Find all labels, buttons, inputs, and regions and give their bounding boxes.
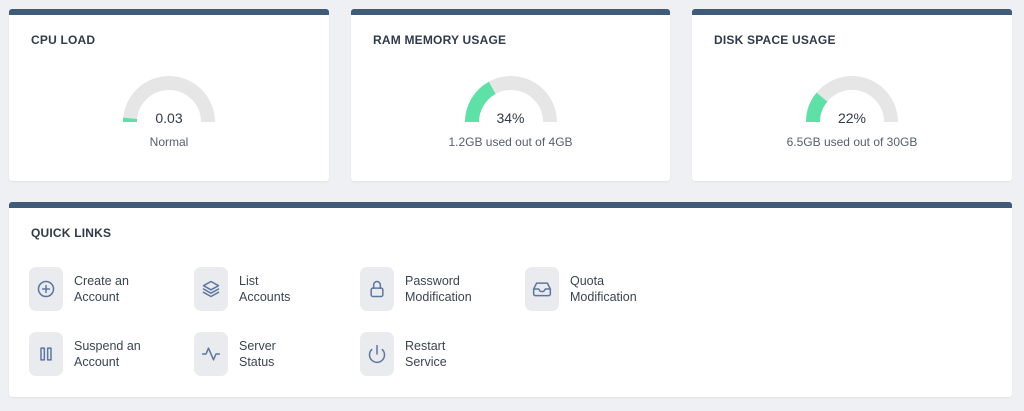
cpu-load-title: CPU LOAD — [31, 33, 96, 47]
pause-icon — [29, 332, 63, 376]
cpu-load-card: CPU LOAD 0.03 Normal — [9, 9, 329, 181]
inbox-icon — [525, 267, 559, 311]
cpu-load-status: Normal — [149, 135, 189, 149]
quota-modification-label: Quota Modification — [570, 274, 637, 304]
disk-usage-caption: 6.5GB used out of 30GB — [786, 135, 918, 149]
ram-usage-card: RAM MEMORY USAGE 34% 1.2GB used out of 4… — [351, 9, 670, 181]
ram-usage-value: 34% — [496, 110, 525, 126]
list-accounts-label: List Accounts — [239, 274, 291, 304]
quota-modification-link[interactable]: Quota Modification — [525, 267, 637, 311]
disk-usage-value: 22% — [837, 110, 867, 126]
create-account-link[interactable]: Create an Account — [29, 267, 129, 311]
plus-circle-icon — [29, 267, 63, 311]
password-modification-label: Password Modification — [405, 274, 472, 304]
suspend-account-label: Suspend an Account — [74, 339, 141, 369]
quick-links-title: QUICK LINKS — [31, 226, 112, 240]
suspend-account-link[interactable]: Suspend an Account — [29, 332, 141, 376]
disk-usage-title: DISK SPACE USAGE — [714, 33, 836, 47]
restart-service-label: Restart Service — [405, 339, 447, 369]
cpu-load-value: 0.03 — [155, 110, 183, 126]
create-account-label: Create an Account — [74, 274, 129, 304]
layers-icon — [194, 267, 228, 311]
server-status-link[interactable]: Server Status — [194, 332, 276, 376]
server-status-label: Server Status — [239, 339, 276, 369]
ram-usage-title: RAM MEMORY USAGE — [373, 33, 507, 47]
restart-service-link[interactable]: Restart Service — [360, 332, 447, 376]
password-modification-link[interactable]: Password Modification — [360, 267, 472, 311]
ram-usage-caption: 1.2GB used out of 4GB — [448, 135, 573, 149]
quick-links-card: QUICK LINKS Create an Account List Accou… — [9, 202, 1012, 397]
lock-icon — [360, 267, 394, 311]
activity-icon — [194, 332, 228, 376]
power-icon — [360, 332, 394, 376]
disk-usage-card: DISK SPACE USAGE 22% 6.5GB used out of 3… — [692, 9, 1012, 181]
list-accounts-link[interactable]: List Accounts — [194, 267, 290, 311]
